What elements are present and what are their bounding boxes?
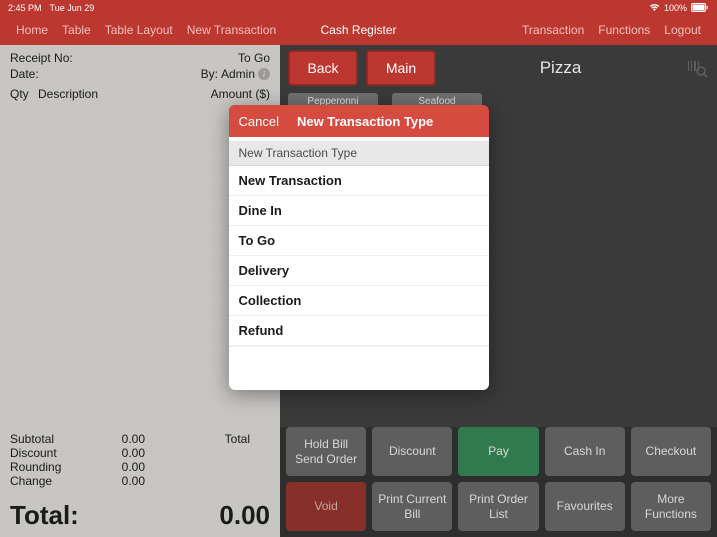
nav-transaction[interactable]: Transaction xyxy=(522,23,584,37)
status-bar: 2:45 PM Tue Jun 29 100% xyxy=(0,0,717,15)
info-icon[interactable]: i xyxy=(258,68,270,80)
col-description: Description xyxy=(38,87,211,101)
barcode-search-icon[interactable] xyxy=(685,56,709,80)
discount-value: 0.00 xyxy=(85,446,145,460)
nav-logout[interactable]: Logout xyxy=(664,23,701,37)
subtotal-label: Subtotal xyxy=(10,432,85,446)
nav-bar: Home Table Table Layout New Transaction … xyxy=(0,15,717,45)
change-label: Change xyxy=(10,474,85,488)
nav-home[interactable]: Home xyxy=(16,23,48,37)
nav-new-transaction[interactable]: New Transaction xyxy=(187,23,276,37)
modal-item-delivery[interactable]: Delivery xyxy=(229,256,489,286)
nav-functions[interactable]: Functions xyxy=(598,23,650,37)
more-functions-button[interactable]: More Functions xyxy=(631,482,711,531)
nav-table[interactable]: Table xyxy=(62,23,91,37)
col-qty: Qty xyxy=(10,87,38,101)
modal-title: New Transaction Type xyxy=(289,114,433,129)
discount-button[interactable]: Discount xyxy=(372,427,452,476)
receipt-by-label: By: xyxy=(201,67,218,81)
receipt-date-label: Date: xyxy=(10,67,39,81)
favourites-button[interactable]: Favourites xyxy=(545,482,625,531)
receipt-no-label: Receipt No: xyxy=(10,51,73,65)
modal-item-to-go[interactable]: To Go xyxy=(229,226,489,256)
bottom-action-grid: Hold BillSend Order Discount Pay Cash In… xyxy=(280,427,717,537)
modal-item-new-transaction[interactable]: New Transaction xyxy=(229,166,489,196)
print-order-list-button[interactable]: Print Order List xyxy=(458,482,538,531)
battery-icon xyxy=(691,3,709,12)
grand-total-label: Total: xyxy=(10,500,79,531)
grand-total-value: 0.00 xyxy=(219,500,270,531)
hold-bill-button[interactable]: Hold BillSend Order xyxy=(286,427,366,476)
col-amount: Amount ($) xyxy=(211,87,270,101)
discount-label: Discount xyxy=(10,446,85,460)
category-title: Pizza xyxy=(444,58,677,78)
modal-item-dine-in[interactable]: Dine In xyxy=(229,196,489,226)
total-small-label: Total xyxy=(145,432,270,446)
modal-cancel-button[interactable]: Cancel xyxy=(229,114,289,129)
cash-in-button[interactable]: Cash In xyxy=(545,427,625,476)
main-button[interactable]: Main xyxy=(366,50,436,86)
back-button[interactable]: Back xyxy=(288,50,358,86)
change-value: 0.00 xyxy=(85,474,145,488)
nav-table-layout[interactable]: Table Layout xyxy=(105,23,173,37)
wifi-icon xyxy=(649,3,660,12)
void-button[interactable]: Void xyxy=(286,482,366,531)
receipt-togo: To Go xyxy=(238,51,270,65)
rounding-value: 0.00 xyxy=(85,460,145,474)
print-current-bill-button[interactable]: Print Current Bill xyxy=(372,482,452,531)
receipt-by-value: Admin xyxy=(221,67,255,81)
rounding-label: Rounding xyxy=(10,460,85,474)
modal-section-header: New Transaction Type xyxy=(229,141,489,166)
status-date: Tue Jun 29 xyxy=(50,3,95,13)
status-time: 2:45 PM xyxy=(8,3,42,13)
battery-percent: 100% xyxy=(664,3,687,13)
pay-button[interactable]: Pay xyxy=(458,427,538,476)
checkout-button[interactable]: Checkout xyxy=(631,427,711,476)
new-transaction-type-modal: Cancel New Transaction Type New Transact… xyxy=(229,105,489,390)
modal-item-refund[interactable]: Refund xyxy=(229,316,489,346)
modal-item-collection[interactable]: Collection xyxy=(229,286,489,316)
subtotal-value: 0.00 xyxy=(85,432,145,446)
